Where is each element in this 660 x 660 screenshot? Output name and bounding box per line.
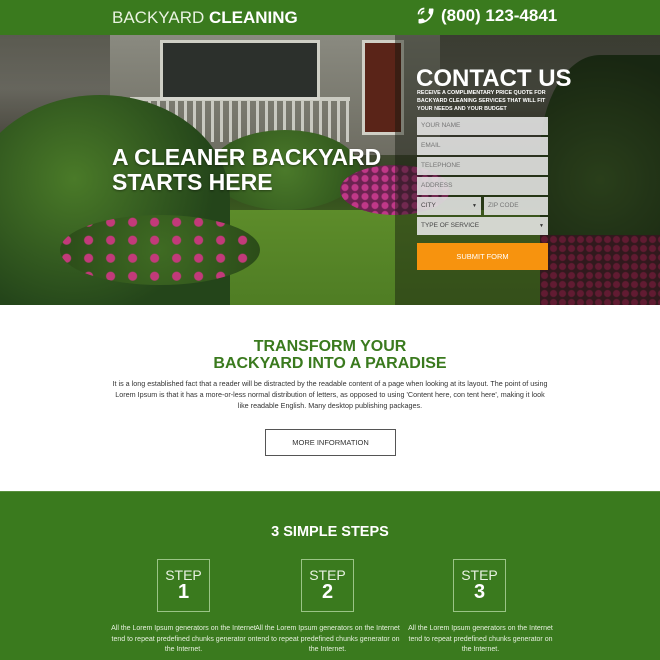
hero-section: A CLEANER BACKYARD STARTS HERE CONTACT U… — [0, 35, 660, 305]
service-type-select[interactable]: TYPE OF SERVICE ▼ — [417, 217, 548, 235]
step-3-description: All the Lorem Ipsum generators on the In… — [408, 625, 553, 653]
step-1-box: STEP 1 — [157, 559, 210, 612]
step-2-box: STEP 2 — [301, 559, 354, 612]
step-number: 3 — [473, 581, 486, 603]
transform-title: TRANSFORM YOUR BACKYARD INTO A PARADISE — [0, 338, 660, 372]
transform-section: TRANSFORM YOUR BACKYARD INTO A PARADISE … — [0, 305, 660, 491]
phone-number-link[interactable]: (800) 123-4841 — [416, 6, 557, 26]
step-label: STEP — [309, 567, 346, 583]
hero-headline-line2: STARTS HERE — [112, 169, 273, 195]
step-number: 2 — [321, 581, 334, 603]
transform-title-line1: TRANSFORM YOUR — [253, 338, 407, 355]
phone-number: (800) 123-4841 — [441, 6, 558, 25]
steps-section: 3 SIMPLE STEPS STEP 1 STEP 2 STEP 3 All … — [0, 491, 660, 660]
email-input[interactable] — [417, 137, 548, 155]
hero-background-flowerbed — [60, 215, 260, 285]
step-3-box: STEP 3 — [453, 559, 506, 612]
transform-title-line2: BACKYARD INTO A PARADISE — [213, 355, 447, 372]
hero-headline-line1: A CLEANER BACKYARD — [112, 144, 382, 170]
zip-code-input[interactable] — [484, 197, 548, 215]
dropdown-caret-icon: ▼ — [539, 223, 544, 229]
phone-ringing-icon — [417, 7, 434, 24]
brand-light-text: BACKYARD — [112, 8, 205, 27]
step-label: STEP — [165, 567, 202, 583]
step-1-description: All the Lorem Ipsum generators on the In… — [111, 625, 256, 653]
brand-logo[interactable]: BACKYARD CLEANING — [112, 8, 298, 28]
step-2-description: All the Lorem Ipsum generators on the In… — [255, 625, 400, 653]
step-label: STEP — [461, 567, 498, 583]
hero-headline: A CLEANER BACKYARD STARTS HERE — [112, 145, 381, 195]
submit-form-button[interactable]: SUBMIT FORM — [417, 243, 548, 270]
transform-body-text: It is a long established fact that a rea… — [112, 379, 548, 410]
telephone-input[interactable] — [417, 157, 548, 175]
brand-bold-text: CLEANING — [209, 8, 298, 27]
steps-title: 3 SIMPLE STEPS — [271, 524, 389, 540]
hero-background-window — [160, 40, 320, 100]
top-header-bar: BACKYARD CLEANING (800) 123-4841 — [0, 0, 660, 35]
step-number: 1 — [177, 581, 190, 603]
more-information-button[interactable]: MORE INFORMATION — [265, 429, 396, 456]
name-input[interactable] — [417, 117, 548, 135]
city-select[interactable]: CITY ▼ — [417, 197, 481, 215]
service-type-select-value: TYPE OF SERVICE — [421, 222, 480, 229]
dropdown-caret-icon: ▼ — [472, 203, 477, 209]
contact-form-subtitle: RECEIVE A COMPLIMENTARY PRICE QUOTE FOR … — [417, 90, 546, 112]
address-input[interactable] — [417, 177, 548, 195]
city-select-value: CITY — [421, 202, 436, 209]
